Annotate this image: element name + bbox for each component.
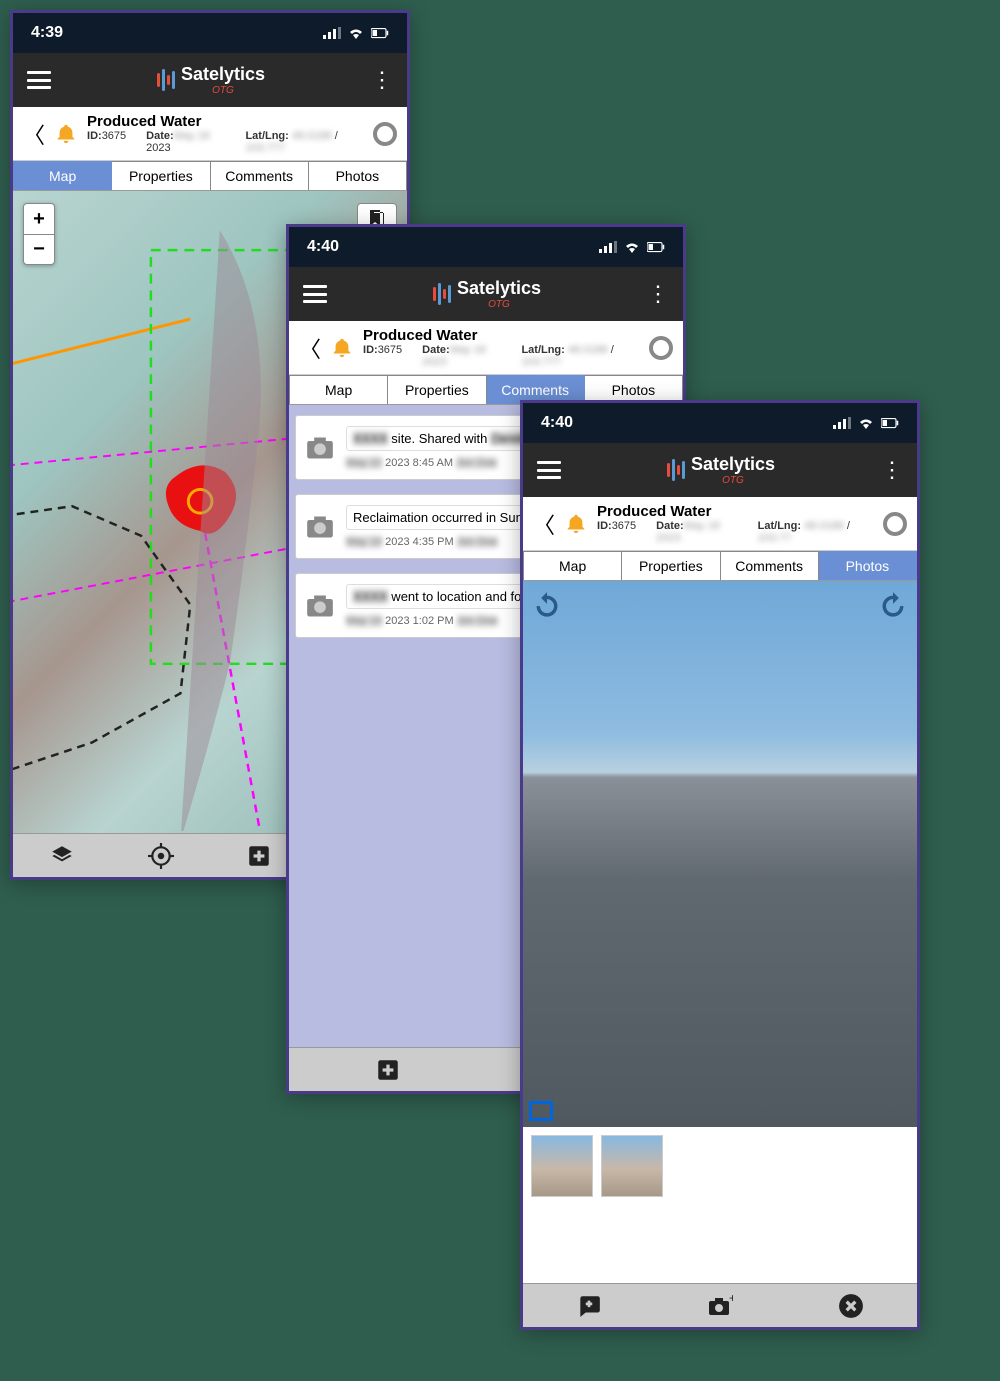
menu-icon[interactable]: [27, 71, 51, 89]
back-button[interactable]: 〈: [23, 118, 45, 150]
add-button[interactable]: [246, 843, 272, 869]
bell-icon: [55, 123, 77, 145]
app-subtitle: OTG: [181, 85, 265, 96]
status-ring-button[interactable]: [373, 122, 397, 146]
layers-button[interactable]: [49, 843, 75, 869]
tab-map[interactable]: Map: [523, 551, 622, 580]
status-time: 4:39: [31, 24, 63, 42]
alert-header: 〈 Produced Water ID:3675 Date:May 18 202…: [523, 497, 917, 551]
app-bar: SatelyticsOTG ⋮: [289, 267, 683, 321]
tab-map[interactable]: Map: [289, 375, 388, 404]
app-name: Satelytics: [457, 278, 541, 298]
phone-photos-screen: 4:40 SatelyticsOTG ⋮ 〈 Produced Water ID…: [520, 400, 920, 1330]
alert-title: Produced Water: [87, 113, 363, 130]
app-subtitle: OTG: [457, 299, 541, 310]
tab-photos[interactable]: Photos: [819, 551, 917, 580]
app-bar: SatelyticsOTG ⋮: [523, 443, 917, 497]
selection-indicator-icon: [529, 1101, 553, 1121]
locate-button[interactable]: [148, 843, 174, 869]
camera-icon: [306, 594, 334, 618]
photo-thumbnail[interactable]: [531, 1135, 593, 1197]
more-icon[interactable]: ⋮: [647, 281, 669, 307]
add-photo-button[interactable]: +: [707, 1293, 733, 1319]
app-name: Satelytics: [691, 454, 775, 474]
more-icon[interactable]: ⋮: [371, 67, 393, 93]
status-icons: [599, 240, 665, 254]
status-time: 4:40: [307, 238, 339, 256]
status-time: 4:40: [541, 414, 573, 432]
tab-photos[interactable]: Photos: [309, 161, 407, 190]
app-subtitle: OTG: [691, 475, 775, 486]
add-button[interactable]: [375, 1057, 401, 1083]
status-icons: [323, 26, 389, 40]
rotate-right-button[interactable]: [879, 591, 907, 619]
photo-thumbnails: [523, 1127, 917, 1203]
bottom-toolbar: +: [523, 1283, 917, 1327]
zoom-out-button[interactable]: −: [24, 234, 54, 264]
alert-title: Produced Water: [363, 327, 639, 344]
tab-comments[interactable]: Comments: [211, 161, 309, 190]
status-bar: 4:40: [523, 403, 917, 443]
status-icons: [833, 416, 899, 430]
alert-meta: ID:3675 Date:May 18 2023 Lat/Lng: 48.018…: [87, 130, 363, 154]
back-button[interactable]: 〈: [299, 332, 321, 364]
wifi-icon: [857, 416, 875, 430]
zoom-in-button[interactable]: +: [24, 204, 54, 234]
tab-comments[interactable]: Comments: [721, 551, 819, 580]
back-button[interactable]: 〈: [533, 508, 555, 540]
cellular-icon: [599, 240, 617, 254]
tabs: Map Properties Comments Photos: [13, 161, 407, 191]
camera-icon: [306, 436, 334, 460]
battery-icon: [647, 240, 665, 254]
status-ring-button[interactable]: [649, 336, 673, 360]
tab-properties[interactable]: Properties: [112, 161, 210, 190]
tab-properties[interactable]: Properties: [622, 551, 720, 580]
tab-properties[interactable]: Properties: [388, 375, 486, 404]
alert-meta: ID:3675 Date:May 18 2023 Lat/Lng: 48.018…: [597, 520, 873, 544]
menu-icon[interactable]: [303, 285, 327, 303]
menu-icon[interactable]: [537, 461, 561, 479]
alert-title: Produced Water: [597, 503, 873, 520]
cellular-icon: [323, 26, 341, 40]
bell-icon: [331, 337, 353, 359]
status-bar: 4:40: [289, 227, 683, 267]
alert-header: 〈 Produced Water ID:3675 Date:May 18 202…: [13, 107, 407, 161]
more-icon[interactable]: ⋮: [881, 457, 903, 483]
svg-text:+: +: [729, 1293, 733, 1305]
status-bar: 4:39: [13, 13, 407, 53]
app-logo: SatelyticsOTG: [339, 279, 635, 310]
zoom-control: + −: [23, 203, 55, 265]
app-logo: SatelyticsOTG: [63, 65, 359, 96]
wifi-icon: [623, 240, 641, 254]
app-bar: SatelyticsOTG ⋮: [13, 53, 407, 107]
tabs: Map Properties Comments Photos: [523, 551, 917, 581]
status-ring-button[interactable]: [883, 512, 907, 536]
add-comment-button[interactable]: [576, 1293, 602, 1319]
photos-view: [523, 581, 917, 1283]
app-name: Satelytics: [181, 64, 265, 84]
alert-header: 〈 Produced Water ID:3675 Date:May 18 202…: [289, 321, 683, 375]
photo-thumbnail[interactable]: [601, 1135, 663, 1197]
bell-icon: [565, 513, 587, 535]
rotate-left-button[interactable]: [533, 591, 561, 619]
app-logo: SatelyticsOTG: [573, 455, 869, 486]
alert-meta: ID:3675 Date:May 18 2023 Lat/Lng: 48.018…: [363, 344, 639, 368]
wifi-icon: [347, 26, 365, 40]
main-photo[interactable]: [523, 581, 917, 1127]
cellular-icon: [833, 416, 851, 430]
battery-icon: [881, 416, 899, 430]
close-button[interactable]: [838, 1293, 864, 1319]
tab-map[interactable]: Map: [13, 161, 112, 190]
battery-icon: [371, 26, 389, 40]
camera-icon: [306, 515, 334, 539]
